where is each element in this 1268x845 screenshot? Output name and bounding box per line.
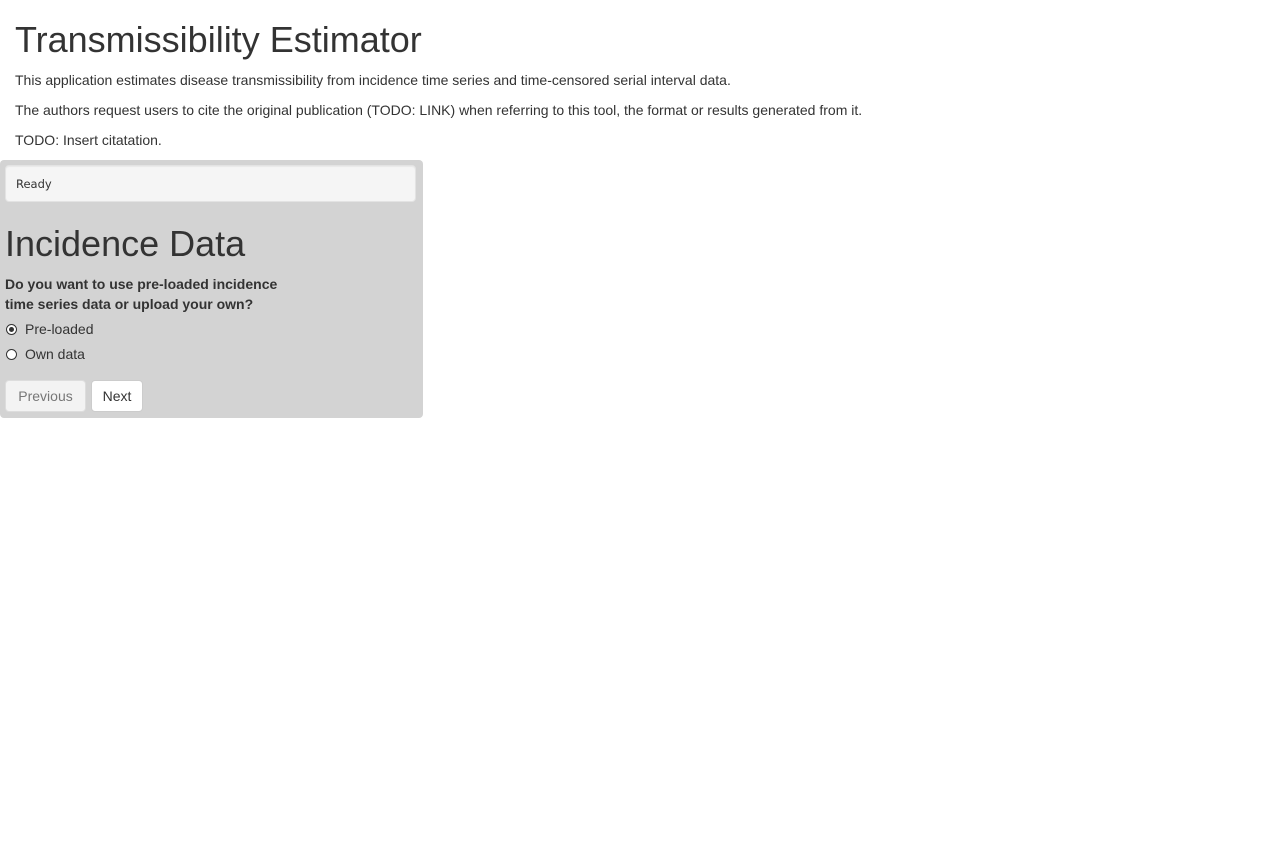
status-box: Ready (5, 165, 416, 202)
next-button[interactable]: Next (91, 380, 143, 412)
radio-button-checked[interactable] (6, 323, 17, 335)
citation-request: The authors request users to cite the or… (15, 102, 863, 118)
page-title: Transmissibility Estimator (15, 19, 422, 60)
wizard-panel: Ready Incidence Data Do you want to use … (0, 160, 423, 418)
previous-button[interactable]: Previous (5, 380, 86, 412)
citation-placeholder: TODO: Insert citatation. (15, 132, 162, 148)
radio-label-preloaded: Pre-loaded (25, 321, 94, 337)
radio-selected-dot (9, 326, 14, 332)
data-source-question: Do you want to use pre-loaded incidence … (5, 276, 278, 312)
radio-option-own-data[interactable]: Own data (5, 344, 85, 364)
radio-option-preloaded[interactable]: Pre-loaded (5, 319, 94, 339)
app-description: This application estimates disease trans… (15, 72, 731, 88)
section-title: Incidence Data (5, 223, 246, 264)
radio-label-own-data: Own data (25, 346, 85, 362)
radio-button-unchecked[interactable] (6, 348, 17, 360)
status-text: Ready (16, 177, 52, 191)
